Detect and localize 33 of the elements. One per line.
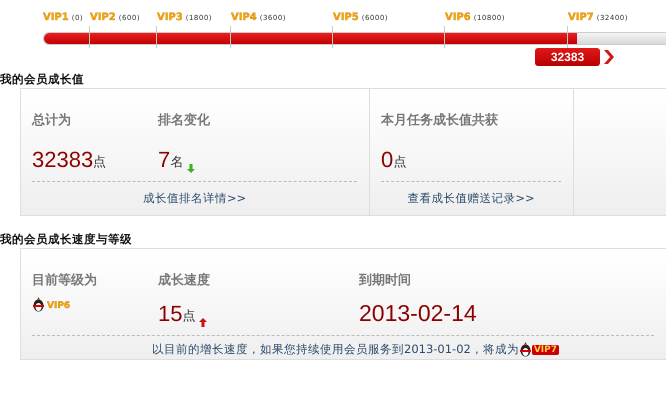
stat-label: 总计为 — [32, 112, 72, 130]
level-badge: VIP7 — [532, 344, 560, 354]
unit-label: 点 — [393, 154, 406, 171]
stat-label: 排名变化 — [158, 112, 211, 130]
penguin-icon — [518, 342, 532, 357]
forecast-note: 以目前的增长速度，如果您持续使用会员服务到2013-01-02，将成为 — [152, 342, 519, 357]
level-label: VIP1 — [43, 12, 69, 23]
gift-records-link[interactable]: 查看成长值赠送记录>> — [381, 191, 561, 206]
current-value-badge: 32383 — [535, 48, 600, 66]
penguin-icon — [32, 297, 45, 312]
stat-label: 目前等级为 — [32, 272, 98, 290]
stat-label: 本月任务成长值共获 — [381, 112, 499, 130]
stat-value: 32383 — [32, 149, 94, 171]
level-label: VIP2 — [90, 12, 116, 23]
level-label: VIP5 — [333, 12, 359, 23]
unit-label: 名 — [170, 154, 184, 171]
level-label: VIP6 — [445, 12, 471, 23]
level-label: VIP3 — [157, 12, 183, 23]
stat-label: 到期时间 — [359, 272, 412, 290]
section-title: 我的会员成长速度与等级 — [0, 231, 133, 248]
rank-details-link[interactable]: 成长值排名详情>> — [32, 191, 357, 206]
stat-label: 成长速度 — [158, 272, 211, 290]
unit-label: 点 — [182, 308, 196, 325]
level-label: VIP4 — [231, 12, 257, 23]
stat-value: 0 — [381, 149, 394, 171]
expiry-date: 2013-02-14 — [359, 302, 477, 325]
chevron-right-icon — [604, 50, 614, 64]
stat-value: 7 — [158, 149, 170, 171]
section-title: 我的会员成长值 — [0, 71, 85, 88]
level-label: VIP7 — [568, 12, 594, 23]
level-label: VIP6 — [46, 301, 72, 311]
unit-label: 点 — [93, 154, 106, 171]
stat-value: 15 — [158, 303, 182, 325]
